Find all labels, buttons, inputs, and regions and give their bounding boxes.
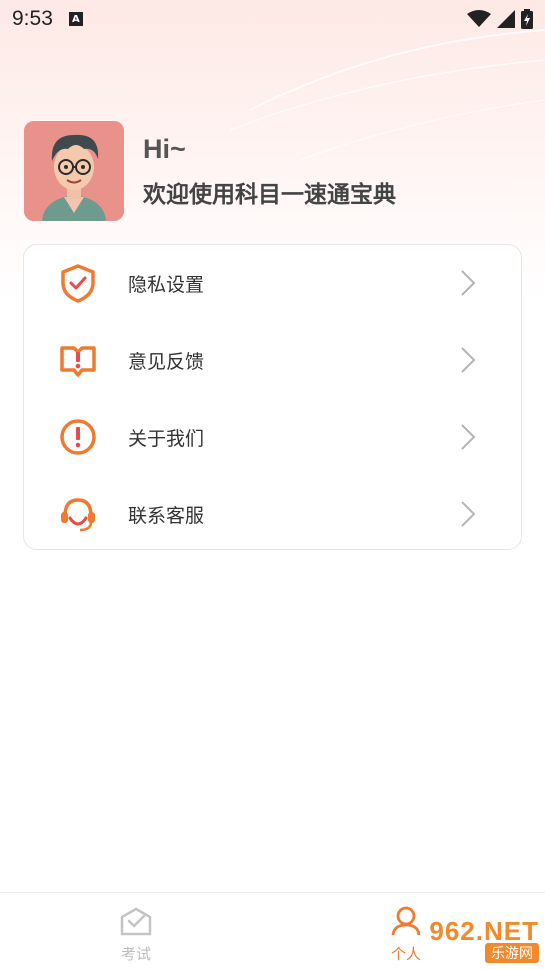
chevron-right-icon [461, 347, 476, 373]
watermark-small-text: 乐游网 [485, 943, 539, 963]
tab-exam-label: 考试 [120, 945, 151, 963]
tab-exam[interactable]: 考试 [96, 905, 176, 964]
menu-label-about: 关于我们 [128, 427, 205, 450]
menu-item-privacy[interactable]: 隐私设置 [24, 253, 521, 313]
signal-icon [497, 10, 515, 28]
feedback-book-icon [58, 340, 98, 380]
chevron-right-icon [461, 501, 476, 527]
menu-item-about[interactable]: 关于我们 [24, 407, 521, 467]
greeting-text: Hi~ [143, 133, 186, 164]
a-notification-icon: A [68, 12, 83, 26]
profile-section: Hi~ 欢迎使用科目一速通宝典 [24, 121, 396, 221]
chevron-right-icon [461, 424, 476, 450]
wifi-icon [467, 10, 491, 27]
menu-item-customer-service[interactable]: 联系客服 [24, 484, 521, 544]
shield-check-icon [58, 263, 98, 303]
menu-label-privacy: 隐私设置 [128, 273, 205, 296]
settings-menu-card: 隐私设置 意见反馈 关于我们 联系客服 [23, 244, 522, 550]
info-exclamation-icon [58, 417, 98, 457]
chevron-right-icon [461, 270, 476, 296]
status-time: 9:53 [12, 7, 53, 30]
headset-icon [58, 494, 98, 534]
welcome-text: 欢迎使用科目一速通宝典 [143, 181, 396, 208]
menu-item-feedback[interactable]: 意见反馈 [24, 330, 521, 390]
battery-icon [521, 9, 533, 29]
exam-envelope-icon [120, 907, 152, 936]
menu-label-feedback: 意见反馈 [128, 350, 205, 373]
menu-label-customer-service: 联系客服 [128, 504, 205, 527]
watermark-logo: 962.NET 乐游网 [399, 916, 539, 964]
avatar[interactable] [24, 121, 124, 221]
status-bar: 9:53 A [0, 0, 545, 38]
cartoon-avatar-icon [24, 121, 124, 221]
